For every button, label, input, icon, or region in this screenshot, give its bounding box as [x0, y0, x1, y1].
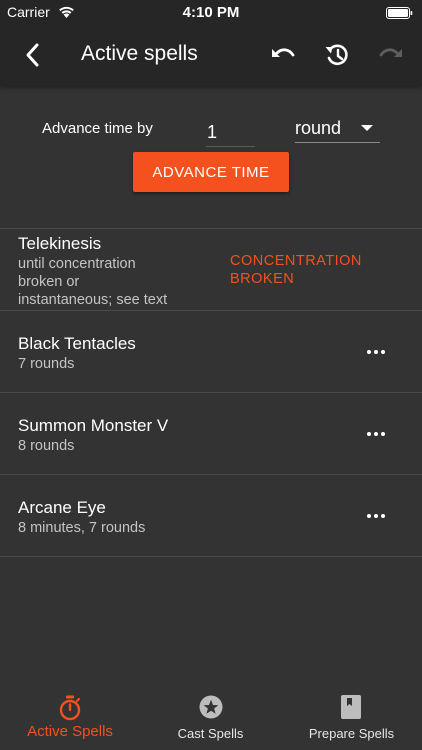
spell-duration: 8 minutes, 7 rounds	[18, 520, 146, 536]
stopwatch-icon	[58, 695, 82, 726]
divider	[0, 474, 422, 475]
divider	[0, 310, 422, 311]
tab-prepare-spells[interactable]: Prepare Spells	[281, 686, 422, 750]
advance-time-label: Advance time by	[42, 120, 153, 137]
spellbook-icon	[341, 695, 361, 724]
battery-icon	[386, 6, 413, 24]
spell-name: Telekinesis	[18, 234, 102, 253]
divider	[0, 228, 422, 229]
spell-duration: until concentration	[18, 256, 136, 272]
status-line: CONCENTRATION	[230, 253, 362, 269]
spell-duration: broken or	[18, 274, 80, 290]
advance-amount-input[interactable]	[206, 118, 255, 147]
history-icon[interactable]	[322, 40, 352, 70]
back-icon[interactable]	[18, 40, 48, 70]
page-title: Active spells	[81, 42, 198, 65]
status-time: 4:10 PM	[182, 4, 240, 21]
tab-bar: Active Spells Cast Spells Prepare Spells	[0, 686, 422, 750]
spell-name: Arcane Eye	[18, 498, 106, 517]
tab-label: Cast Spells	[177, 726, 244, 741]
undo-icon[interactable]	[268, 40, 298, 70]
nav-bar: Active spells	[0, 24, 422, 86]
more-options-icon[interactable]	[360, 419, 394, 449]
more-options-icon[interactable]	[360, 501, 394, 531]
more-options-icon[interactable]	[360, 337, 394, 367]
star-icon	[199, 695, 223, 724]
tab-active-spells[interactable]: Active Spells	[0, 686, 140, 750]
status-line: BROKEN	[230, 271, 295, 287]
spell-name: Black Tentacles	[18, 334, 136, 353]
time-unit-value: round	[295, 118, 342, 138]
time-unit-select[interactable]: round	[295, 114, 380, 143]
tab-label: Active Spells	[27, 723, 113, 740]
chevron-down-icon	[361, 125, 373, 131]
spell-name: Summon Monster V	[18, 416, 169, 435]
redo-icon[interactable]	[376, 40, 406, 70]
spell-duration: 8 rounds	[18, 438, 75, 454]
spell-duration: instantaneous; see text	[18, 292, 168, 308]
advance-time-button[interactable]: ADVANCE TIME	[133, 152, 289, 192]
divider	[0, 556, 422, 557]
divider	[0, 392, 422, 393]
status-bar: Carrier 4:10 PM	[0, 0, 422, 24]
tab-cast-spells[interactable]: Cast Spells	[140, 686, 281, 750]
concentration-broken-status: CONCENTRATION BROKEN	[230, 252, 390, 288]
spell-duration: 7 rounds	[18, 356, 75, 372]
tab-label: Prepare Spells	[308, 726, 395, 741]
